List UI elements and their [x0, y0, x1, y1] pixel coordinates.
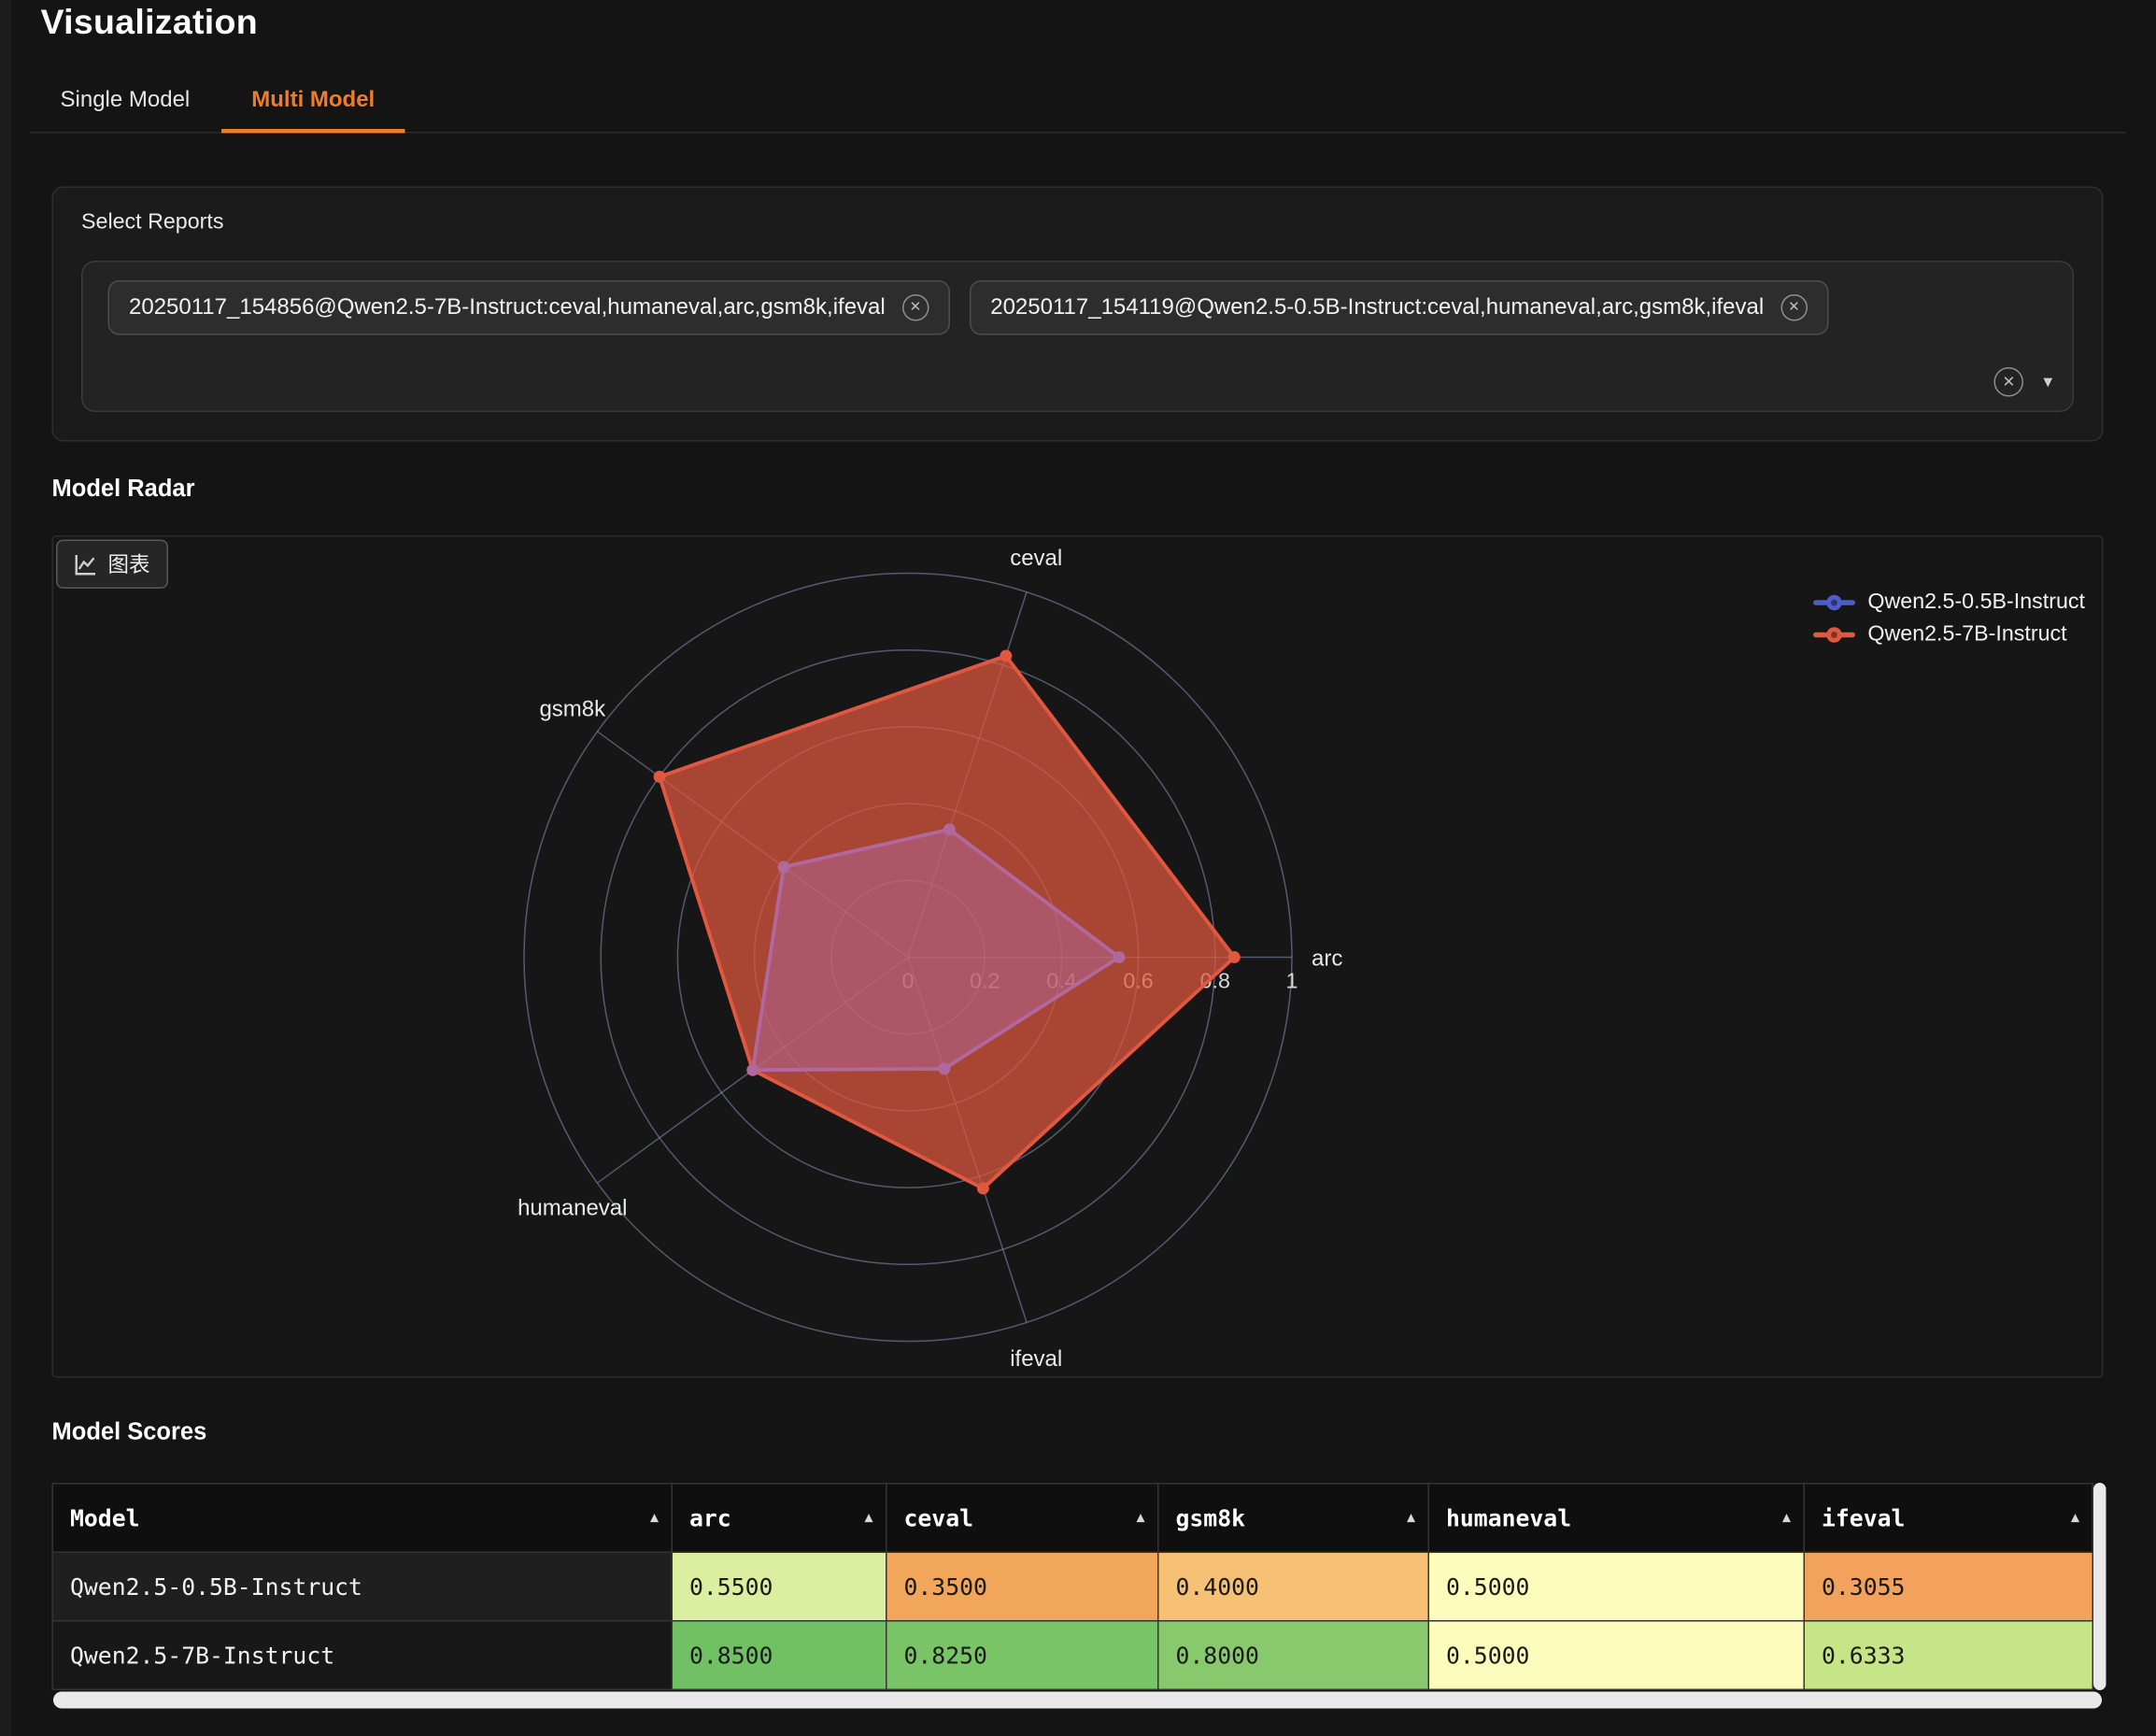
radar-chart[interactable]: 00.20.40.60.81arccevalgsm8khumanevalifev… [53, 537, 2102, 1377]
sort-icon[interactable]: ▲ [2071, 1510, 2079, 1526]
legend-label: Qwen2.5-0.5B-Instruct [1867, 591, 2085, 616]
model-radar-heading: Model Radar [52, 476, 195, 504]
select-reports-panel: Select Reports 20250117_154856@Qwen2.5-7… [52, 187, 2104, 442]
multiselect-controls: ✕ ▼ [1994, 367, 2056, 397]
sort-icon[interactable]: ▲ [1407, 1510, 1415, 1526]
chart-button-label: 图表 [108, 549, 150, 579]
col-header-ifeval[interactable]: ifeval ▲ [1804, 1484, 2092, 1553]
col-header-label: ifeval [1822, 1504, 1905, 1531]
col-header-label: ceval [904, 1504, 974, 1531]
model-name-cell: Qwen2.5-7B-Instruct [52, 1621, 672, 1690]
clear-all-icon[interactable]: ✕ [1994, 367, 2024, 397]
col-header-arc[interactable]: arc ▲ [672, 1484, 887, 1553]
col-header-gsm8k[interactable]: gsm8k ▲ [1158, 1484, 1429, 1553]
score-cell: 0.8500 [672, 1621, 887, 1690]
window-edge [0, 0, 11, 1736]
score-cell: 0.5000 [1428, 1552, 1804, 1621]
chart-legend: Qwen2.5-0.5B-Instruct Qwen2.5-7B-Instruct [1813, 591, 2085, 648]
svg-text:1: 1 [1286, 969, 1298, 993]
page-title: Visualization [41, 3, 258, 44]
legend-marker-icon [1813, 625, 1855, 645]
dropdown-caret-icon[interactable]: ▼ [2040, 374, 2055, 391]
score-cell: 0.3500 [887, 1552, 1158, 1621]
tab-single-model[interactable]: Single Model [30, 76, 221, 132]
col-header-label: Model [70, 1504, 140, 1531]
sort-icon[interactable]: ▲ [1782, 1510, 1791, 1526]
score-cell: 0.3055 [1804, 1552, 2092, 1621]
legend-item[interactable]: Qwen2.5-7B-Instruct [1813, 622, 2085, 647]
visualization-page: Visualization Single Model Multi Model S… [0, 0, 2156, 1736]
model-scores-heading: Model Scores [52, 1418, 207, 1446]
col-header-label: humaneval [1446, 1504, 1571, 1531]
chip-remove-icon[interactable]: ✕ [902, 294, 929, 321]
selected-report-chips: 20250117_154856@Qwen2.5-7B-Instruct:ceva… [83, 263, 2073, 354]
score-cell: 0.6333 [1804, 1621, 2092, 1690]
radar-chart-panel: 图表 Qwen2.5-0.5B-Instruct Qwen2.5-7B-Instr… [52, 535, 2104, 1378]
table-header-row: Model ▲ arc ▲ ceval ▲ gsm8k ▲ humaneval ▲ ife… [52, 1484, 2092, 1553]
score-cell: 0.5000 [1428, 1621, 1804, 1690]
svg-text:ceval: ceval [1010, 546, 1062, 571]
line-chart-icon [75, 553, 97, 576]
table-row: Qwen2.5-7B-Instruct 0.8500 0.8250 0.8000… [52, 1621, 2092, 1690]
col-header-label: arc [689, 1504, 731, 1531]
score-cell: 0.5500 [672, 1552, 887, 1621]
legend-item[interactable]: Qwen2.5-0.5B-Instruct [1813, 591, 2085, 616]
svg-text:arc: arc [1312, 946, 1342, 972]
score-cell: 0.8000 [1158, 1621, 1429, 1690]
report-chip: 20250117_154856@Qwen2.5-7B-Instruct:ceva… [108, 280, 950, 335]
chip-remove-icon[interactable]: ✕ [1780, 294, 1808, 321]
sort-icon[interactable]: ▲ [650, 1510, 659, 1526]
report-chip-label: 20250117_154119@Qwen2.5-0.5B-Instruct:ce… [990, 295, 1764, 320]
svg-text:humaneval: humaneval [518, 1195, 627, 1220]
sort-icon[interactable]: ▲ [864, 1510, 872, 1526]
chart-type-button[interactable]: 图表 [56, 540, 168, 590]
col-header-ceval[interactable]: ceval ▲ [887, 1484, 1158, 1553]
tab-bar: Single Model Multi Model [30, 76, 2125, 134]
report-chip: 20250117_154119@Qwen2.5-0.5B-Instruct:ce… [970, 280, 1828, 335]
col-header-label: gsm8k [1176, 1504, 1246, 1531]
table-row: Qwen2.5-0.5B-Instruct 0.5500 0.3500 0.40… [52, 1552, 2092, 1621]
legend-label: Qwen2.5-7B-Instruct [1867, 622, 2066, 647]
report-chip-label: 20250117_154856@Qwen2.5-7B-Instruct:ceva… [129, 295, 886, 320]
svg-text:gsm8k: gsm8k [539, 697, 606, 722]
reports-multiselect[interactable]: 20250117_154856@Qwen2.5-7B-Instruct:ceva… [81, 261, 2074, 412]
select-reports-label: Select Reports [81, 210, 224, 235]
scores-table: Model ▲ arc ▲ ceval ▲ gsm8k ▲ humaneval ▲ ife… [52, 1483, 2094, 1690]
score-cell: 0.8250 [887, 1621, 1158, 1690]
horizontal-scrollbar[interactable] [53, 1692, 2102, 1709]
svg-text:ifeval: ifeval [1010, 1346, 1062, 1372]
tab-multi-model[interactable]: Multi Model [220, 76, 405, 134]
col-header-model[interactable]: Model ▲ [52, 1484, 672, 1553]
col-header-humaneval[interactable]: humaneval ▲ [1428, 1484, 1804, 1553]
legend-marker-icon [1813, 593, 1855, 613]
sort-icon[interactable]: ▲ [1136, 1510, 1144, 1526]
vertical-scrollbar[interactable] [2093, 1483, 2106, 1690]
score-cell: 0.4000 [1158, 1552, 1429, 1621]
model-name-cell: Qwen2.5-0.5B-Instruct [52, 1552, 672, 1621]
